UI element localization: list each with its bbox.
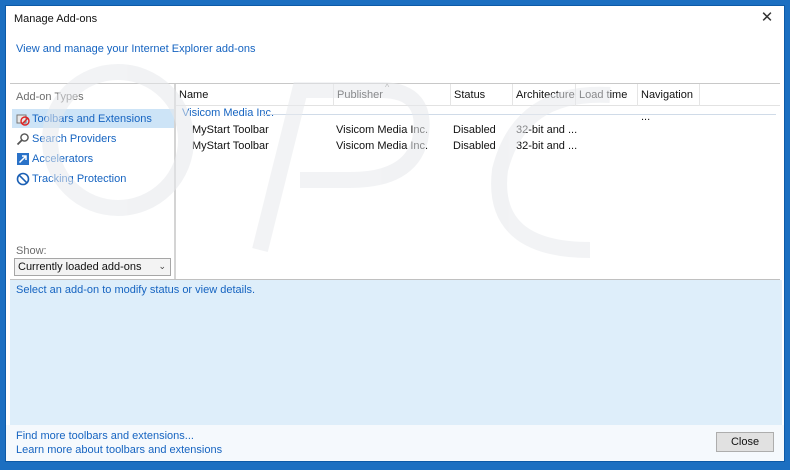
sidebar-item-label: Accelerators (32, 152, 94, 165)
details-prompt: Select an add-on to modify status or vie… (16, 284, 256, 296)
find-more-link[interactable]: Find more toolbars and extensions... (16, 430, 194, 442)
show-dropdown-value: Currently loaded add-ons (18, 261, 142, 273)
column-header-navigation[interactable]: Navigation ... (638, 84, 700, 123)
title-bar: Manage Add-ons ✕ (6, 6, 784, 32)
cell-publisher: Visicom Media Inc. (336, 140, 429, 152)
accelerators-icon (17, 152, 29, 165)
chevron-down-icon: ⌄ (158, 261, 166, 271)
window-title: Manage Add-ons (14, 13, 98, 25)
manage-addons-window: Manage Add-ons ✕ View and manage your In… (5, 5, 785, 462)
sidebar-item-accelerators[interactable]: Accelerators (12, 149, 174, 168)
learn-more-link[interactable]: Learn more about toolbars and extensions (16, 444, 222, 456)
search-icon (16, 132, 29, 145)
publisher-group-label: Visicom Media Inc. (182, 107, 275, 119)
column-header-name[interactable]: Name (176, 84, 334, 106)
table-row[interactable]: MyStart Toolbar Visicom Media Inc. Disab… (176, 139, 780, 155)
sidebar-item-label: Toolbars and Extensions (32, 112, 152, 125)
cell-architecture: 32-bit and ... (516, 124, 578, 136)
addon-types-heading: Add-on Types (16, 91, 84, 103)
cell-status: Disabled (453, 124, 496, 136)
cell-architecture: 32-bit and ... (516, 140, 578, 152)
column-header-status[interactable]: Status (451, 84, 513, 106)
tracking-protection-icon (16, 172, 30, 185)
cell-name: MyStart Toolbar (192, 124, 269, 136)
sidebar-item-label: Tracking Protection (32, 172, 127, 185)
sort-ascending-icon: ^ (385, 82, 390, 92)
show-dropdown[interactable]: Currently loaded add-ons ⌄ (14, 258, 171, 276)
footer: Find more toolbars and extensions... Lea… (6, 425, 784, 461)
close-window-icon[interactable]: ✕ (758, 9, 776, 27)
sidebar-item-toolbars-extensions[interactable]: Toolbars and Extensions (12, 109, 174, 128)
group-divider (262, 114, 776, 115)
cell-name: MyStart Toolbar (192, 140, 269, 152)
sidebar-item-tracking-protection[interactable]: Tracking Protection (12, 169, 174, 188)
toolbars-extensions-icon (16, 114, 30, 126)
column-header-row: Name Publisher ^ Status Architecture Loa… (176, 82, 780, 123)
sidebar-item-search-providers[interactable]: Search Providers (12, 129, 174, 148)
cell-publisher: Visicom Media Inc. (336, 124, 429, 136)
show-label: Show: (16, 245, 47, 257)
table-row[interactable]: MyStart Toolbar Visicom Media Inc. Disab… (176, 123, 780, 139)
addons-list: Name Publisher ^ Status Architecture Loa… (176, 82, 780, 280)
close-button[interactable]: Close (716, 432, 774, 452)
details-panel: Select an add-on to modify status or vie… (10, 280, 782, 425)
column-header-load-time[interactable]: Load time (576, 84, 638, 106)
addon-types-pane: Add-on Types Toolbars and Extensions Sea… (10, 84, 176, 278)
sidebar-item-label: Search Providers (32, 132, 117, 145)
column-header-architecture[interactable]: Architecture (513, 84, 576, 106)
cell-status: Disabled (453, 140, 496, 152)
window-subtitle: View and manage your Internet Explorer a… (16, 43, 256, 55)
column-header-publisher[interactable]: Publisher (334, 84, 451, 106)
